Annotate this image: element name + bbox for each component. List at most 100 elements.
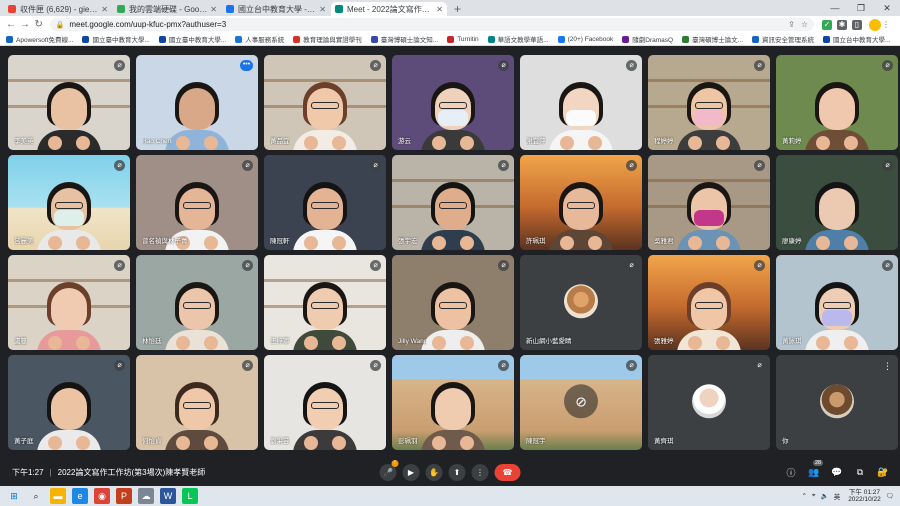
menu-kebab-icon[interactable]: ⋮ — [881, 20, 891, 30]
participant-tile[interactable]: 盧蔓 ⌀ — [8, 255, 130, 350]
app-icon[interactable]: ☁ — [138, 488, 154, 504]
file-explorer-icon[interactable]: ▬ — [50, 488, 66, 504]
people-button[interactable]: 👥 28 — [807, 459, 824, 478]
shield-extension-icon[interactable]: ✓ — [821, 19, 832, 30]
participant-tile[interactable]: 黃子庭 ⌀ — [8, 355, 130, 450]
bookmark-item[interactable]: Turnitin — [447, 35, 479, 43]
bookmark-item[interactable]: 人事服務系統 — [235, 34, 284, 44]
participant-tile[interactable]: 王梓寧 ⌀ — [264, 255, 386, 350]
participant-tile[interactable]: 程婷婷 ⌀ — [648, 55, 770, 150]
leave-call-button[interactable]: ☎ — [494, 463, 521, 481]
participant-tile[interactable]: 李美英 ⌀ — [8, 55, 130, 150]
bookmark-favicon-icon — [752, 35, 760, 43]
bookmark-item[interactable]: 隨劇DramasQ — [622, 34, 673, 44]
url-input[interactable]: 🔒 meet.google.com/uup-kfuc-pmx?authuser=… — [49, 18, 814, 31]
network-icon[interactable]: ⌖ — [812, 492, 816, 500]
participant-tile[interactable]: 陳冠軒 ⌀ — [264, 155, 386, 250]
participant-tile[interactable]: 吳雅君 ⌀ — [648, 155, 770, 250]
minimize-button[interactable]: — — [822, 0, 848, 16]
participant-tile[interactable]: 曾名禎與林子菁 ⌀ — [136, 155, 258, 250]
participant-tile[interactable]: 呂麗美 ⌀ — [8, 155, 130, 250]
edge-browser-icon[interactable]: e — [72, 488, 88, 504]
windows-start-icon[interactable]: ⊞ — [6, 488, 22, 504]
maximize-button[interactable]: ❐ — [848, 0, 874, 16]
glasses — [695, 302, 723, 309]
participant-tile[interactable]: 廖康婷 ⌀ — [776, 155, 898, 250]
close-tab-icon[interactable]: ✕ — [101, 5, 108, 14]
browser-tab[interactable]: 収件匣 (6,629) - giee@gm.ntcu.edu.tw✕ — [4, 2, 112, 16]
participant-tile[interactable]: Hao Chen ••• — [136, 55, 258, 150]
participant-tile[interactable]: 張宇宏 ⌀ — [392, 155, 514, 250]
bookmark-item[interactable]: (20+) Facebook — [557, 35, 613, 43]
meeting-details-button[interactable]: ⓘ — [784, 466, 798, 479]
participant-tile[interactable]: Jilly Wang ⌀ — [392, 255, 514, 350]
new-tab-button[interactable]: + — [448, 2, 467, 16]
browser-tab[interactable]: 我的雲端硬碟 - Google 雲端硬碟✕ — [113, 2, 221, 16]
close-window-button[interactable]: ✕ — [874, 0, 900, 16]
bookmark-item[interactable]: 臺灣博碩士論文知... — [370, 34, 438, 44]
bookmark-label: 臺灣碩博士論文... — [692, 37, 744, 44]
camera-toggle-button[interactable]: ▶ — [402, 463, 420, 481]
meet-toolbar: 下午1:27 | 2022論文寫作工作坊(第3場次)陳孝賢老師 🎤! ▶ ✋ ⬆ ⋮… — [0, 458, 900, 486]
participant-video — [421, 80, 485, 150]
present-screen-button[interactable]: ⬆ — [448, 463, 466, 481]
host-controls-button[interactable]: 🔐 — [876, 467, 890, 478]
browser-tab[interactable]: Meet - 2022論文寫作工作坊✕ — [331, 2, 447, 16]
close-tab-icon[interactable]: ✕ — [436, 5, 443, 14]
puzzle-extension-icon[interactable]: ✱ — [836, 19, 847, 30]
participant-tile[interactable]: 何怡貞 ⌀ — [136, 355, 258, 450]
participant-tile[interactable]: ⊘ 陳冠宇 ⌀ — [520, 355, 642, 450]
search-icon[interactable]: ⌕ — [28, 488, 44, 504]
participant-tile[interactable]: 彭珮羽 ⌀ — [392, 355, 514, 450]
participant-tile[interactable]: 許珮琪 ⌀ — [520, 155, 642, 250]
bookmark-item[interactable]: 國立臺中教育大學... — [158, 34, 226, 44]
bookmark-item[interactable]: 華語文教學華語... — [487, 34, 549, 44]
browser-tab[interactable]: 國立台中教育大學 - 日溫 - 活動日誌✕ — [222, 2, 330, 16]
more-options-button[interactable]: ⋮ — [471, 463, 489, 481]
share-icon[interactable]: ⇪ — [788, 20, 795, 29]
back-icon[interactable]: ← — [4, 19, 18, 30]
mic-off-icon: ⌀ — [626, 160, 637, 171]
notification-icon[interactable]: 🗨 — [886, 492, 894, 500]
sidebar-icon[interactable]: ▯ — [851, 19, 862, 30]
powerpoint-icon[interactable]: P — [116, 488, 132, 504]
participant-tile[interactable]: 劉采芸 ⌀ — [264, 355, 386, 450]
raise-hand-button[interactable]: ✋ — [425, 463, 443, 481]
bookmark-item[interactable]: Apowersoft免費線... — [6, 34, 73, 44]
bookmark-item[interactable]: 資訊安全管理系統 — [752, 34, 814, 44]
star-icon[interactable]: ☆ — [801, 20, 808, 29]
chrome-browser-icon[interactable]: ◉ — [94, 488, 110, 504]
bookmark-item[interactable]: 國立台中教育大學... — [823, 34, 890, 44]
profile-avatar[interactable] — [868, 18, 881, 31]
more-options-icon[interactable]: ••• — [240, 60, 253, 71]
participant-tile[interactable]: 林怡廷 ⌀ — [136, 255, 258, 350]
activities-button[interactable]: ⧉ — [853, 467, 867, 478]
word-icon[interactable]: W — [160, 488, 176, 504]
participant-tile[interactable]: 謝宜萍 ⌀ — [520, 55, 642, 150]
mic-toggle-button[interactable]: 🎤! — [379, 459, 399, 481]
volume-icon[interactable]: 🔈 — [821, 492, 829, 500]
finger-heart-hands — [300, 336, 350, 350]
participant-tile[interactable]: 新山網小藍愛睛 ⌀ — [520, 255, 642, 350]
bookmark-item[interactable]: 教育理論與實證學刊 — [293, 34, 362, 44]
bookmark-item[interactable]: 國立臺中教育大學... — [82, 34, 150, 44]
chat-button[interactable]: 💬 — [830, 467, 844, 478]
forward-icon[interactable]: → — [18, 19, 32, 30]
more-vert-icon[interactable]: ⋮ — [883, 361, 892, 372]
participant-tile[interactable]: 黃莉婷 ⌀ — [776, 55, 898, 150]
participant-tile[interactable]: 黃齊琪 ⌀ — [648, 355, 770, 450]
participant-tile[interactable]: 黃品宜 ⌀ — [264, 55, 386, 150]
close-tab-icon[interactable]: ✕ — [319, 5, 326, 14]
line-app-icon[interactable]: L — [182, 488, 198, 504]
finger-heart-hands — [44, 336, 94, 350]
participant-tile[interactable]: 黃詠琪 ⌀ — [776, 255, 898, 350]
bookmark-item[interactable]: 臺灣碩博士論文... — [682, 34, 743, 44]
participant-tile[interactable]: 游云 ⌀ — [392, 55, 514, 150]
clock[interactable]: 下午 01:27 2022/10/22 — [848, 489, 881, 503]
chevron-up-icon[interactable]: ⌃ — [801, 492, 806, 500]
ime-indicator[interactable]: 英 — [834, 491, 841, 501]
close-tab-icon[interactable]: ✕ — [210, 5, 217, 14]
participant-tile[interactable]: 你 ⋮ — [776, 355, 898, 450]
reload-icon[interactable]: ↻ — [32, 19, 46, 30]
participant-tile[interactable]: 張雅婷 ⌀ — [648, 255, 770, 350]
